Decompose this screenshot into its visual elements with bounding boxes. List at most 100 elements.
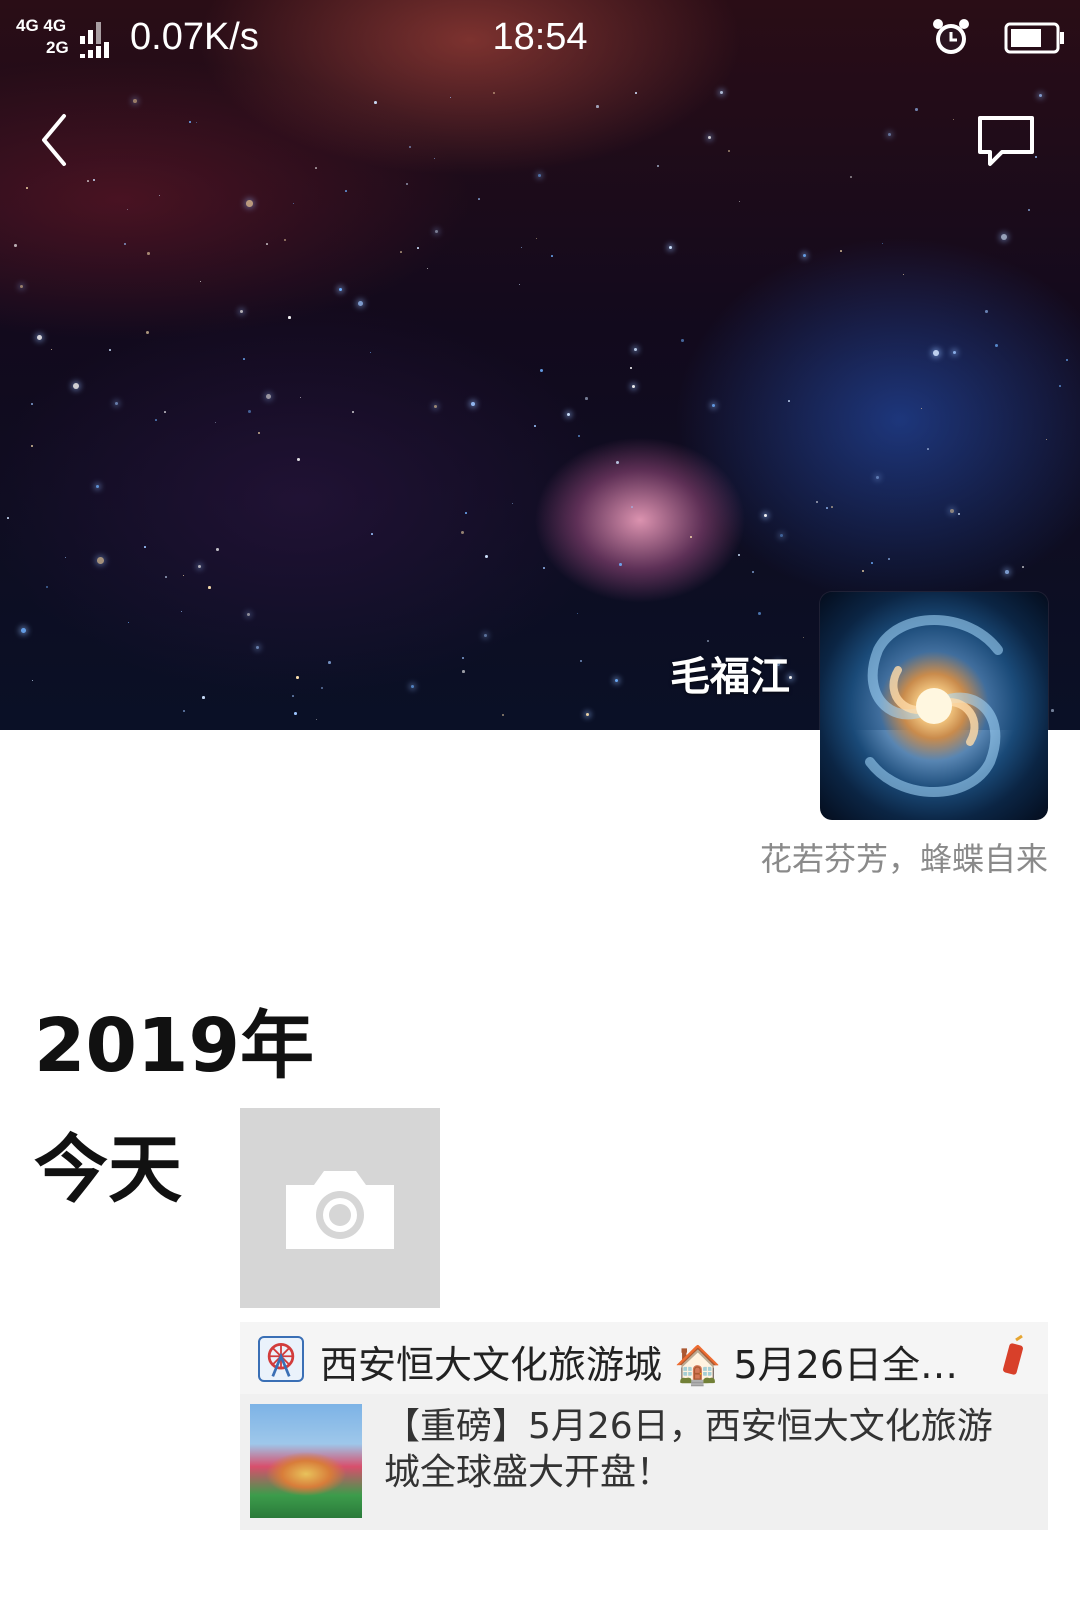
star-decoration — [1051, 709, 1054, 712]
star-decoration — [578, 435, 581, 438]
star-decoration — [31, 403, 33, 405]
battery-icon — [1004, 22, 1064, 54]
star-decoration — [764, 514, 768, 518]
star-decoration — [411, 685, 415, 689]
star-decoration — [7, 517, 9, 519]
star-decoration — [434, 158, 436, 160]
star-decoration — [484, 634, 488, 638]
star-decoration — [708, 136, 712, 140]
ferris-wheel-icon — [258, 1336, 304, 1382]
star-decoration — [321, 687, 323, 689]
post-title: 西安恒大文化旅游城 🏠 5月26日全… — [320, 1343, 959, 1387]
star-decoration — [635, 92, 637, 94]
profile-name[interactable]: 毛福江 — [600, 644, 790, 702]
star-decoration — [502, 714, 504, 716]
star-decoration — [87, 180, 89, 182]
star-decoration — [296, 676, 299, 679]
star-decoration — [462, 657, 464, 659]
star-decoration — [37, 335, 43, 341]
back-button[interactable] — [34, 110, 78, 170]
star-decoration — [596, 105, 599, 108]
galaxy-image — [865, 615, 1003, 797]
star-decoration — [73, 383, 80, 390]
profile-avatar[interactable] — [820, 592, 1048, 820]
star-decoration — [538, 174, 542, 178]
star-decoration — [862, 570, 865, 573]
star-decoration — [950, 509, 955, 514]
star-decoration — [580, 660, 582, 662]
star-decoration — [202, 696, 205, 699]
star-decoration — [370, 352, 372, 354]
star-decoration — [634, 348, 638, 352]
star-decoration — [788, 400, 790, 402]
star-decoration — [32, 680, 34, 682]
star-decoration — [840, 250, 842, 252]
link-thumbnail — [250, 1404, 362, 1518]
star-decoration — [115, 402, 119, 406]
star-decoration — [803, 637, 805, 639]
star-decoration — [831, 506, 833, 508]
star-decoration — [519, 284, 521, 286]
star-decoration — [888, 133, 892, 137]
post-photo-button[interactable] — [240, 1108, 440, 1308]
star-decoration — [256, 646, 260, 650]
star-decoration — [953, 119, 955, 121]
star-decoration — [65, 557, 67, 559]
star-decoration — [46, 586, 49, 589]
star-decoration — [358, 301, 364, 307]
star-decoration — [752, 571, 755, 574]
star-decoration — [521, 247, 523, 249]
star-decoration — [493, 92, 496, 95]
post-text[interactable]: 西安恒大文化旅游城 🏠 5月26日全… — [240, 1322, 1048, 1394]
star-decoration — [288, 316, 291, 319]
star-decoration — [903, 274, 905, 276]
star-decoration — [543, 567, 545, 569]
star-decoration — [14, 244, 17, 247]
star-decoration — [292, 695, 294, 697]
star-decoration — [109, 349, 111, 351]
star-decoration — [551, 255, 553, 257]
star-decoration — [850, 176, 852, 178]
star-decoration — [681, 339, 684, 342]
star-decoration — [409, 146, 412, 149]
star-decoration — [147, 252, 150, 255]
star-decoration — [1066, 359, 1069, 362]
star-decoration — [536, 238, 538, 240]
star-decoration — [921, 408, 923, 410]
profile-signature: 花若芬芳，蜂蝶自来 — [759, 840, 1048, 878]
star-decoration — [127, 209, 129, 211]
star-decoration — [995, 344, 998, 347]
star-decoration — [690, 536, 692, 538]
star-decoration — [712, 404, 716, 408]
star-decoration — [780, 534, 784, 538]
star-decoration — [1039, 94, 1043, 98]
star-decoration — [31, 445, 34, 448]
shared-link-card[interactable]: 【重磅】5月26日，西安恒大文化旅游城全球盛大开盘！ — [240, 1394, 1048, 1530]
star-decoration — [462, 670, 465, 673]
star-decoration — [585, 397, 588, 400]
star-decoration — [216, 548, 219, 551]
star-decoration — [953, 351, 957, 355]
star-decoration — [294, 712, 297, 715]
star-decoration — [293, 203, 295, 205]
star-decoration — [339, 288, 342, 291]
star-decoration — [266, 243, 268, 245]
star-decoration — [371, 533, 373, 535]
star-decoration — [471, 402, 476, 407]
star-decoration — [738, 554, 740, 556]
message-button[interactable] — [976, 114, 1036, 170]
star-decoration — [882, 243, 884, 245]
star-decoration — [758, 612, 761, 615]
camera-icon — [286, 1171, 394, 1249]
star-decoration — [485, 555, 488, 558]
star-decoration — [300, 397, 302, 399]
star-decoration — [21, 628, 26, 633]
star-decoration — [1028, 209, 1031, 212]
star-decoration — [417, 247, 419, 249]
star-decoration — [512, 503, 514, 505]
star-decoration — [1005, 570, 1009, 574]
star-decoration — [246, 200, 253, 207]
star-decoration — [567, 413, 571, 417]
star-decoration — [577, 613, 579, 615]
star-decoration — [183, 575, 185, 577]
